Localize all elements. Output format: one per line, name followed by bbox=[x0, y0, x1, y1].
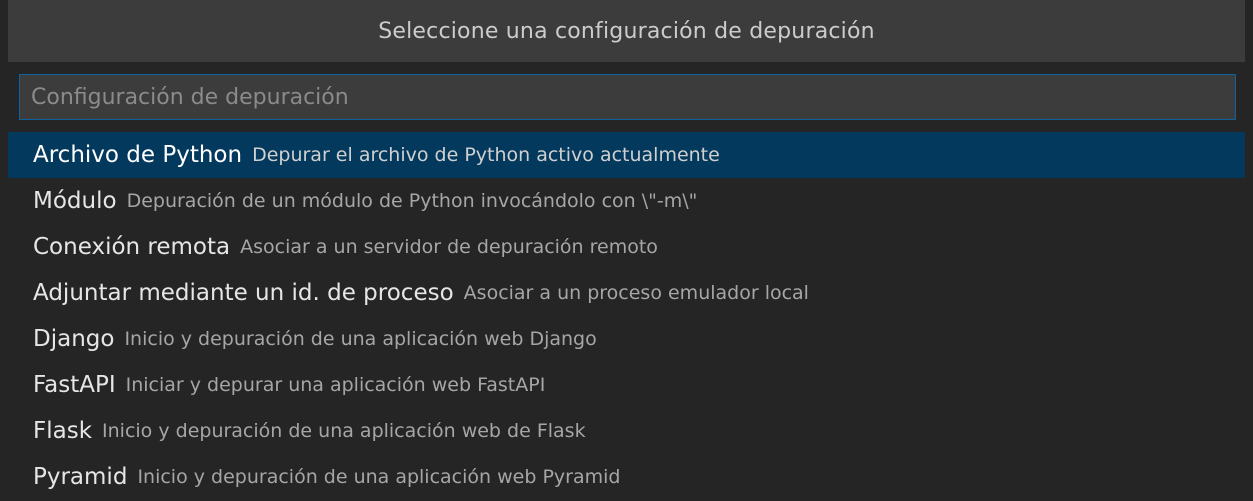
item-label: Adjuntar mediante un id. de proceso bbox=[33, 280, 454, 306]
dialog-title: Seleccione una configuración de depuraci… bbox=[8, 0, 1245, 62]
item-description: Depurar el archivo de Python activo actu… bbox=[252, 144, 720, 166]
search-input-container bbox=[19, 74, 1236, 120]
list-item-django[interactable]: Django Inicio y depuración de una aplica… bbox=[8, 316, 1245, 362]
item-label: Django bbox=[33, 326, 115, 352]
list-item-conexion-remota[interactable]: Conexión remota Asociar a un servidor de… bbox=[8, 224, 1245, 270]
item-label: FastAPI bbox=[33, 372, 116, 398]
item-description: Inicio y depuración de una aplicación we… bbox=[102, 420, 586, 442]
list-item-modulo[interactable]: Módulo Depuración de un módulo de Python… bbox=[8, 178, 1245, 224]
list-item-flask[interactable]: Flask Inicio y depuración de una aplicac… bbox=[8, 408, 1245, 454]
list-item-adjuntar-proceso[interactable]: Adjuntar mediante un id. de proceso Asoc… bbox=[8, 270, 1245, 316]
item-description: Inicio y depuración de una aplicación we… bbox=[124, 328, 597, 350]
debug-configuration-quick-pick: Seleccione una configuración de depuraci… bbox=[0, 0, 1253, 501]
item-description: Iniciar y depurar una aplicación web Fas… bbox=[125, 374, 546, 396]
item-description: Inicio y depuración de una aplicación we… bbox=[137, 466, 621, 488]
list-item-pyramid[interactable]: Pyramid Inicio y depuración de una aplic… bbox=[8, 454, 1245, 500]
item-label: Archivo de Python bbox=[33, 142, 243, 168]
item-description: Asociar a un servidor de depuración remo… bbox=[240, 236, 658, 258]
list-item-fastapi[interactable]: FastAPI Iniciar y depurar una aplicación… bbox=[8, 362, 1245, 408]
search-input[interactable] bbox=[20, 75, 1235, 119]
item-description: Asociar a un proceso emulador local bbox=[463, 282, 809, 304]
item-label: Módulo bbox=[33, 188, 117, 214]
configuration-list: Archivo de Python Depurar el archivo de … bbox=[8, 132, 1245, 500]
item-label: Pyramid bbox=[33, 464, 128, 490]
item-description: Depuración de un módulo de Python invocá… bbox=[126, 190, 698, 212]
item-label: Flask bbox=[33, 418, 93, 444]
list-item-archivo-de-python[interactable]: Archivo de Python Depurar el archivo de … bbox=[8, 132, 1245, 178]
item-label: Conexión remota bbox=[33, 234, 231, 260]
